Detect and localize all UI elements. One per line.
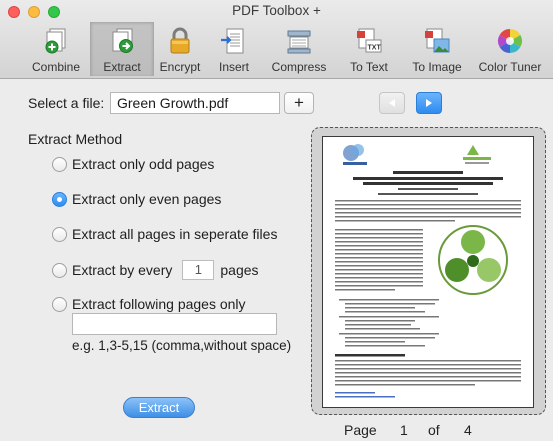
toolbar: Combine Extract Encrypt Insert Compress … (22, 22, 548, 76)
option-label: Extract only odd pages (72, 156, 215, 172)
extract-button[interactable]: Extract (123, 397, 195, 418)
tool-label: To Image (412, 60, 462, 74)
window-title: PDF Toolbox + (232, 3, 321, 18)
extract-icon (107, 26, 137, 56)
option-separate-files[interactable]: Extract all pages in seperate files (52, 226, 277, 242)
tool-to-text[interactable]: TXT To Text (336, 22, 402, 76)
compress-icon (284, 26, 314, 56)
option-every-n-pages[interactable]: Extract by every 1 pages (52, 260, 259, 280)
left-logo (343, 144, 367, 165)
document-preview-image (335, 144, 521, 398)
app-window: PDF Toolbox + Combine Extract Encrypt In… (0, 0, 553, 441)
tool-compress[interactable]: Compress (262, 22, 336, 76)
tool-color-tuner[interactable]: Color Tuner (472, 22, 548, 76)
to-text-icon: TXT (354, 26, 384, 56)
file-name-field[interactable]: Green Growth.pdf (110, 92, 280, 114)
pdf-page-thumbnail (322, 136, 534, 408)
option-even-pages[interactable]: Extract only even pages (52, 191, 221, 207)
radio-button[interactable] (52, 156, 67, 172)
page-label: Page (344, 422, 377, 438)
every-pages-input[interactable]: 1 (182, 260, 215, 280)
tool-extract[interactable]: Extract (90, 22, 154, 76)
option-odd-pages[interactable]: Extract only odd pages (52, 156, 214, 172)
tool-encrypt[interactable]: Encrypt (154, 22, 206, 76)
radio-button-selected[interactable] (52, 191, 67, 207)
select-file-label: Select a file: (28, 95, 105, 111)
tool-label: Encrypt (159, 60, 201, 74)
option-label: Extract by every (72, 262, 173, 278)
tool-label: Color Tuner (478, 60, 542, 74)
option-label: Extract only even pages (72, 191, 222, 207)
lock-icon (165, 26, 195, 56)
page-range-hint: e.g. 1,3-5,15 (comma,without space) (72, 338, 292, 353)
tool-combine[interactable]: Combine (22, 22, 90, 76)
svg-text:TXT: TXT (368, 45, 382, 52)
tool-label: To Text (350, 60, 388, 74)
page-preview-panel (311, 127, 546, 415)
extract-method-heading: Extract Method (28, 131, 123, 147)
of-label: of (428, 422, 440, 438)
radio-button[interactable] (52, 296, 67, 312)
page-range-input[interactable] (72, 313, 277, 335)
color-wheel-icon (495, 26, 525, 56)
tool-label: Extract (103, 60, 141, 74)
tool-label: Compress (271, 60, 327, 74)
radio-button[interactable] (52, 226, 67, 242)
pages-suffix-label: pages (220, 262, 259, 278)
tool-label: Insert (218, 60, 249, 74)
combine-icon (41, 26, 71, 56)
radio-button[interactable] (52, 262, 67, 278)
tool-label: Combine (31, 60, 81, 74)
to-image-icon (422, 26, 452, 56)
next-page-button[interactable] (416, 92, 442, 114)
insert-icon (219, 26, 249, 56)
total-pages-number: 4 (464, 422, 472, 438)
option-label: Extract following pages only (72, 296, 246, 312)
triangle-right-icon (426, 99, 432, 107)
prev-page-button[interactable] (379, 92, 405, 114)
option-label: Extract all pages in seperate files (72, 226, 278, 242)
title-toolbar: PDF Toolbox + Combine Extract Encrypt In… (0, 0, 553, 79)
tool-insert[interactable]: Insert (206, 22, 262, 76)
triangle-left-icon (389, 99, 395, 107)
add-file-button[interactable]: + (284, 92, 314, 114)
option-following-pages[interactable]: Extract following pages only (52, 296, 246, 312)
current-page-number: 1 (400, 422, 408, 438)
tool-to-image[interactable]: To Image (402, 22, 472, 76)
green-growth-diagram (438, 225, 508, 295)
right-logo (463, 145, 491, 164)
